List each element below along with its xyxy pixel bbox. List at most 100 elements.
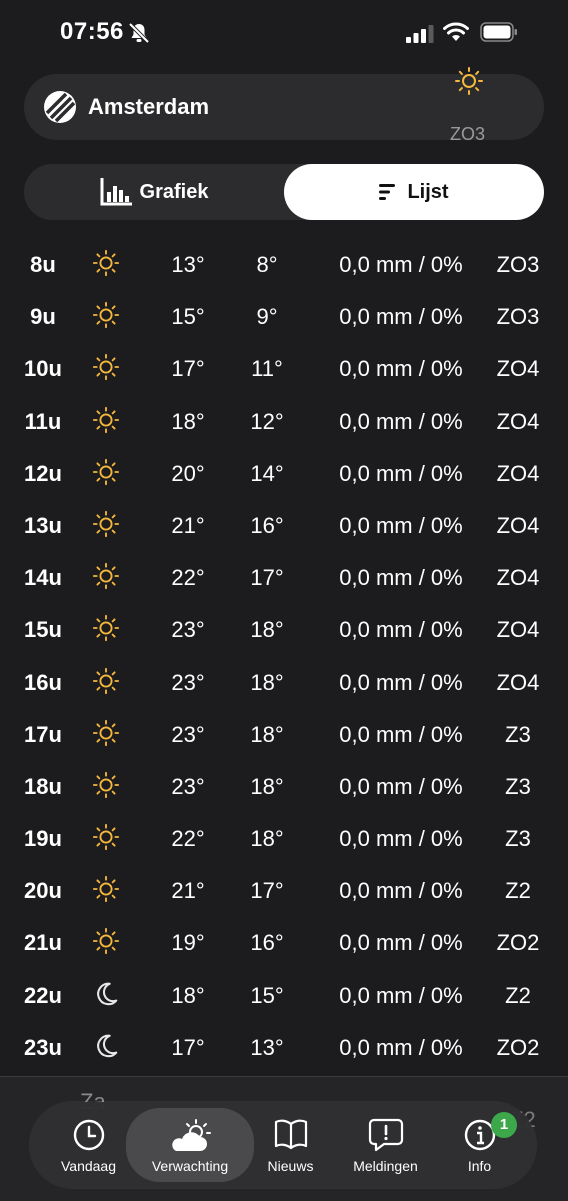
hourly-forecast-list[interactable]: 8u 13° 8° 0,0 mm / 0% ZO3 9u 15° 9° 0,0 mm / 0% Z… (0, 239, 568, 1074)
bell-muted-icon (128, 22, 150, 44)
precipitation-text: 0,0 mm / 0% (339, 617, 463, 643)
precipitation-text: 0,0 mm / 0% (339, 669, 463, 695)
wind-text: ZO3 (496, 252, 540, 277)
sun-icon (92, 458, 120, 492)
sun-icon (92, 823, 120, 857)
wind-text: ZO4 (496, 565, 540, 591)
wind-text: ZO4 (496, 408, 540, 434)
tab-label: Meldingen (353, 1158, 418, 1174)
chart-view-label: Grafiek (139, 180, 209, 203)
min-temp: 15° (250, 982, 284, 1008)
min-temp: 17° (250, 878, 284, 904)
sun-icon (92, 249, 120, 283)
precipitation-text: 0,0 mm / 0% (339, 982, 463, 1008)
wifi-icon (443, 22, 469, 41)
forecast-row[interactable]: 19u 22° 18° 0,0 mm / 0% Z3 (0, 813, 568, 865)
wind-text: Z3 (505, 721, 531, 747)
wind-text: ZO4 (496, 669, 540, 695)
min-temp: 16° (250, 512, 284, 538)
hour-label: 18u (24, 773, 62, 799)
sun-icon (92, 667, 120, 701)
precipitation-text: 0,0 mm / 0% (339, 565, 463, 591)
hour-label: 9u (30, 304, 56, 330)
wind-text: ZO4 (496, 460, 540, 486)
precipitation-text: 0,0 mm / 0% (339, 408, 463, 434)
status-bar: 07:56 (0, 0, 568, 64)
wind-text: Z2 (505, 878, 531, 904)
hour-label: 22u (24, 982, 62, 1008)
hour-label: 19u (24, 826, 62, 852)
status-time: 07:56 (60, 18, 124, 45)
tab-nieuws[interactable]: Nieuws (240, 1102, 341, 1188)
tab-meldingen[interactable]: Meldingen (335, 1102, 436, 1188)
sun-icon (455, 67, 483, 95)
tab-vandaag[interactable]: Vandaag (38, 1102, 139, 1188)
list-view-button[interactable]: Lijst (284, 164, 544, 220)
clock-icon (73, 1119, 104, 1151)
moon-icon (92, 1032, 120, 1066)
precipitation-text: 0,0 mm / 0% (339, 721, 463, 747)
wind-text: Z2 (505, 982, 531, 1008)
forecast-row[interactable]: 9u 15° 9° 0,0 mm / 0% ZO3 (0, 291, 568, 343)
peek-wind-text: ZO3 (450, 124, 486, 140)
min-temp: 8° (256, 252, 278, 277)
forecast-row[interactable]: 22u 18° 15° 0,0 mm / 0% Z2 (0, 970, 568, 1022)
min-temp: 18° (250, 826, 284, 852)
forecast-row[interactable]: 12u 20° 14° 0,0 mm / 0% ZO4 (0, 448, 568, 500)
view-toggle: Grafiek Lijst (24, 164, 544, 220)
partly-sunny-icon (172, 1119, 211, 1151)
min-temp: 12° (250, 408, 284, 434)
forecast-row[interactable]: 8u 13° 8° 0,0 mm / 0% ZO3 (0, 239, 568, 291)
hour-label: 8u (30, 252, 56, 277)
forecast-row[interactable]: 17u 23° 18° 0,0 mm / 0% Z3 (0, 709, 568, 761)
forecast-row[interactable]: 13u 21° 16° 0,0 mm / 0% ZO4 (0, 500, 568, 552)
forecast-row[interactable]: 23u 17° 13° 0,0 mm / 0% ZO2 (0, 1022, 568, 1074)
precipitation-text: 0,0 mm / 0% (339, 512, 463, 538)
tab-label: Verwachting (151, 1158, 229, 1174)
sun-icon (92, 771, 120, 805)
list-view-label: Lijst (407, 180, 449, 203)
tab-label: Info (467, 1158, 492, 1174)
wind-text: ZO4 (496, 617, 540, 643)
forecast-row[interactable]: 10u 17° 11° 0,0 mm / 0% ZO4 (0, 343, 568, 395)
forecast-row[interactable]: 18u 23° 18° 0,0 mm / 0% Z3 (0, 761, 568, 813)
precipitation-text: 0,0 mm / 0% (339, 878, 463, 904)
list-icon (379, 184, 396, 200)
hour-label: 12u (24, 460, 62, 486)
precipitation-text: 0,0 mm / 0% (339, 773, 463, 799)
tab-info[interactable]: Info 1 (429, 1102, 530, 1188)
hour-label: 20u (24, 878, 62, 904)
location-name: Amsterdam (88, 94, 210, 119)
hour-label: 13u (24, 512, 62, 538)
book-icon (274, 1119, 307, 1150)
min-temp: 18° (250, 721, 284, 747)
forecast-row[interactable]: 20u 21° 17° 0,0 mm / 0% Z2 (0, 865, 568, 917)
hour-label: 14u (24, 565, 62, 591)
sun-icon (92, 875, 120, 909)
location-search-bar[interactable]: Amsterdam ZO3 (24, 67, 544, 140)
hour-label: 11u (24, 408, 62, 434)
forecast-row[interactable]: 11u 18° 12° 0,0 mm / 0% ZO4 (0, 396, 568, 448)
min-temp: 14° (250, 460, 284, 486)
precipitation-text: 0,0 mm / 0% (339, 826, 463, 852)
precipitation-text: 0,0 mm / 0% (339, 304, 463, 330)
sun-icon (92, 510, 120, 544)
sun-icon (92, 719, 120, 753)
tab-verwachting[interactable]: Verwachting (126, 1108, 254, 1182)
precipitation-text: 0,0 mm / 0% (339, 252, 463, 277)
min-temp: 17° (250, 565, 284, 591)
hour-label: 17u (24, 721, 62, 747)
min-temp: 18° (250, 669, 284, 695)
moon-icon (92, 980, 120, 1014)
forecast-row[interactable]: 14u 22° 17° 0,0 mm / 0% ZO4 (0, 552, 568, 604)
signal-icon (406, 25, 434, 43)
wind-text: Z3 (505, 773, 531, 799)
app-logo-icon (44, 91, 76, 123)
wind-text: ZO2 (496, 930, 540, 956)
forecast-row[interactable]: 15u 23° 18° 0,0 mm / 0% ZO4 (0, 604, 568, 656)
min-temp: 18° (250, 773, 284, 799)
forecast-row[interactable]: 21u 19° 16° 0,0 mm / 0% ZO2 (0, 917, 568, 969)
chart-view-button[interactable]: Grafiek (24, 164, 284, 220)
forecast-row[interactable]: 16u 23° 18° 0,0 mm / 0% ZO4 (0, 657, 568, 709)
min-temp: 9° (256, 304, 278, 330)
